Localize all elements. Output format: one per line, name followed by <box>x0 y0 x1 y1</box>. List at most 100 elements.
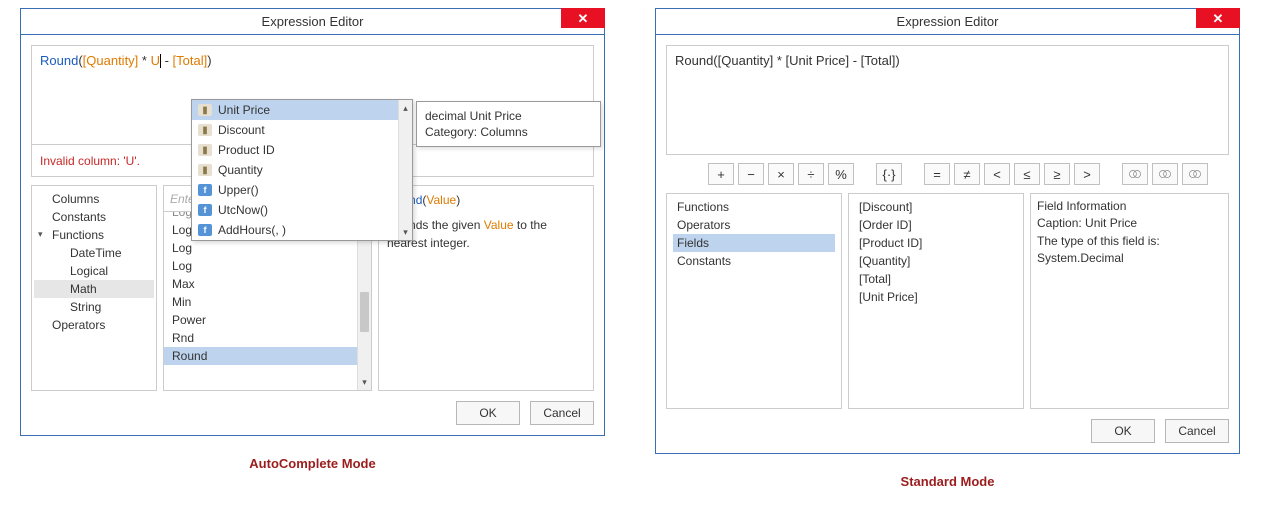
expr-token: ) <box>207 53 211 68</box>
scroll-up-icon[interactable]: ▴ <box>399 100 412 116</box>
function-item[interactable]: Log <box>164 239 371 257</box>
autocomplete-item-label: AddHours(, ) <box>218 223 286 237</box>
chevron-down-icon[interactable]: ▾ <box>38 229 43 240</box>
category-item[interactable]: Fields <box>673 234 835 252</box>
function-item[interactable]: Rnd <box>164 329 371 347</box>
field-info-pane: Field Information Caption: Unit Price Th… <box>1030 193 1229 409</box>
category-columns[interactable]: Columns <box>34 190 154 208</box>
logic-and-icon <box>1128 167 1142 181</box>
ok-button[interactable]: OK <box>1091 419 1155 443</box>
column-icon: ▮ <box>198 164 212 176</box>
autocomplete-popup: ▮ Unit Price ▮Discount▮Product ID ▮ Quantity… <box>191 99 413 241</box>
cancel-button[interactable]: Cancel <box>1165 419 1229 443</box>
op-compare-button[interactable]: < <box>984 163 1010 185</box>
dialog-title: Expression Editor <box>897 14 999 29</box>
op-compare-button[interactable]: > <box>1074 163 1100 185</box>
function-item[interactable]: Log <box>164 257 371 275</box>
autocomplete-item[interactable]: ▮ Quantity <box>192 160 412 180</box>
expr-token-col: [Total] <box>173 53 208 68</box>
autocomplete-item[interactable]: fUtcNow() <box>192 200 412 220</box>
autocomplete-item[interactable]: ▮ Unit Price <box>192 100 412 120</box>
column-icon: ▮ <box>198 104 212 116</box>
field-item[interactable]: [Unit Price] <box>855 288 1017 306</box>
category-datetime[interactable]: DateTime <box>34 244 154 262</box>
function-item[interactable]: Power <box>164 311 371 329</box>
op-compare-button[interactable]: = <box>924 163 950 185</box>
tooltip-line: decimal Unit Price <box>425 108 592 124</box>
op-logic-button[interactable] <box>1122 163 1148 185</box>
logic-or-icon <box>1158 167 1172 181</box>
autocomplete-item[interactable]: f Upper() <box>192 180 412 200</box>
op-group-button[interactable]: {·} <box>876 163 902 185</box>
category-math[interactable]: Math <box>34 280 154 298</box>
titlebar: Expression Editor ✕ <box>21 9 604 35</box>
expr-token-fn: Round <box>40 53 78 68</box>
autocomplete-item-label: UtcNow() <box>218 203 268 217</box>
category-string[interactable]: String <box>34 298 154 316</box>
function-item[interactable]: Max <box>164 275 371 293</box>
close-icon: ✕ <box>1213 12 1224 25</box>
op-arith-button[interactable]: − <box>738 163 764 185</box>
category-item[interactable]: Operators <box>673 216 835 234</box>
cancel-button[interactable]: Cancel <box>530 401 594 425</box>
autocomplete-scrollbar[interactable]: ▴ ▾ <box>398 100 412 240</box>
category-constants[interactable]: Constants <box>34 208 154 226</box>
field-item[interactable]: [Product ID] <box>855 234 1017 252</box>
dialog-title: Expression Editor <box>262 14 364 29</box>
scroll-down-icon[interactable]: ▾ <box>358 374 371 390</box>
function-signature: Round(Value) <box>387 192 585 209</box>
panel-caption: Standard Mode <box>655 474 1240 489</box>
field-item[interactable]: [Total] <box>855 270 1017 288</box>
category-item[interactable]: Constants <box>673 252 835 270</box>
ok-button[interactable]: OK <box>456 401 520 425</box>
autocomplete-item-label: Quantity <box>218 163 263 177</box>
category-operators[interactable]: Operators <box>34 316 154 334</box>
autocomplete-item-label: Discount <box>218 123 265 137</box>
info-type-value: System.Decimal <box>1037 250 1222 267</box>
field-item[interactable]: [Order ID] <box>855 216 1017 234</box>
scroll-thumb[interactable] <box>360 292 369 332</box>
autocomplete-item-label: Unit Price <box>218 103 270 117</box>
error-text: Invalid column: 'U'. <box>40 154 140 168</box>
standard-dialog: Expression Editor ✕ Round([Quantity] * [… <box>655 8 1240 454</box>
function-icon: f <box>198 184 212 196</box>
op-logic-button[interactable] <box>1182 163 1208 185</box>
op-compare-button[interactable]: ≠ <box>954 163 980 185</box>
category-functions[interactable]: ▾ Functions <box>34 226 154 244</box>
expr-token: * <box>138 53 150 68</box>
function-description: Rounds the given Value to the nearest in… <box>387 217 585 252</box>
category-tree[interactable]: Columns Constants ▾ Functions DateTime L… <box>31 185 157 391</box>
autocomplete-item[interactable]: ▮Discount <box>192 120 412 140</box>
scroll-down-icon[interactable]: ▾ <box>399 224 412 240</box>
autocomplete-tooltip: decimal Unit Price Category: Columns <box>416 101 601 147</box>
autocomplete-item-label: Upper() <box>218 183 259 197</box>
autocomplete-item[interactable]: fAddHours(, ) <box>192 220 412 240</box>
info-title: Field Information <box>1037 198 1222 215</box>
category-logical[interactable]: Logical <box>34 262 154 280</box>
close-button[interactable]: ✕ <box>1196 8 1240 28</box>
autocomplete-item[interactable]: ▮Product ID <box>192 140 412 160</box>
fields-list[interactable]: [Discount][Order ID][Product ID][Quantit… <box>848 193 1024 409</box>
expr-token: - <box>161 53 173 68</box>
field-item[interactable]: [Quantity] <box>855 252 1017 270</box>
info-type-label: The type of this field is: <box>1037 233 1222 250</box>
op-compare-button[interactable]: ≤ <box>1014 163 1040 185</box>
op-arith-button[interactable]: + <box>708 163 734 185</box>
op-arith-button[interactable]: % <box>828 163 854 185</box>
autocomplete-dialog: Expression Editor ✕ Round([Quantity] * U… <box>20 8 605 436</box>
logic-not-icon <box>1188 167 1202 181</box>
titlebar: Expression Editor ✕ <box>656 9 1239 35</box>
function-item[interactable]: Min <box>164 293 371 311</box>
close-icon: ✕ <box>578 12 589 25</box>
expression-input[interactable]: Round([Quantity] * [Unit Price] - [Total… <box>666 45 1229 155</box>
category-item[interactable]: Functions <box>673 198 835 216</box>
field-item[interactable]: [Discount] <box>855 198 1017 216</box>
op-arith-button[interactable]: ÷ <box>798 163 824 185</box>
close-button[interactable]: ✕ <box>561 8 605 28</box>
panel-caption: AutoComplete Mode <box>20 456 605 471</box>
op-logic-button[interactable] <box>1152 163 1178 185</box>
category-list[interactable]: FunctionsOperatorsFieldsConstants <box>666 193 842 409</box>
op-arith-button[interactable]: × <box>768 163 794 185</box>
function-item[interactable]: Round <box>164 347 371 365</box>
op-compare-button[interactable]: ≥ <box>1044 163 1070 185</box>
